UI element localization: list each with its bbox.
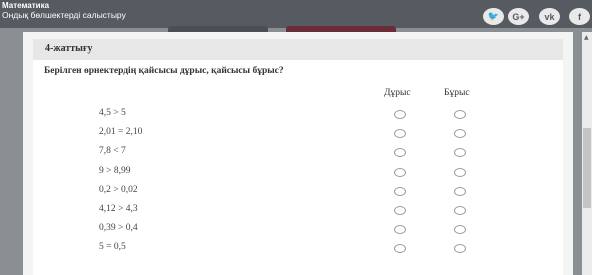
exercise-header: 4-жаттығу [33, 39, 563, 60]
radio-true[interactable] [394, 168, 406, 177]
column-header-true: Дұрыс [384, 88, 411, 98]
scroll-up-arrow-icon[interactable]: ▲ [584, 34, 589, 41]
subject-title: Математика [2, 1, 50, 10]
statement-label: 0,39 > 0,4 [99, 223, 138, 233]
exercise-card: 4-жаттығу Берілген өрнектердің қайсысы д… [23, 32, 573, 275]
column-header-false: Бұрыс [444, 88, 470, 98]
facebook-icon[interactable]: f [569, 8, 590, 25]
radio-false[interactable] [454, 110, 466, 119]
radio-true[interactable] [394, 244, 406, 253]
statement-label: 2,01 = 2,10 [99, 127, 143, 137]
statement-label: 0,2 > 0,02 [99, 185, 138, 195]
statement-label: 5 = 0,5 [99, 242, 126, 252]
vk-icon[interactable]: vk [539, 8, 560, 25]
radio-true[interactable] [394, 225, 406, 234]
topic-title: Ондық бөлшектерді салыстыру [2, 10, 126, 20]
radio-false[interactable] [454, 225, 466, 234]
radio-true[interactable] [394, 187, 406, 196]
statement-label: 9 > 8,99 [99, 166, 131, 176]
radio-false[interactable] [454, 244, 466, 253]
statement-label: 4,5 > 5 [99, 108, 126, 118]
radio-true[interactable] [394, 148, 406, 157]
exercise-question: Берілген өрнектердің қайсысы дұрыс, қайс… [44, 66, 284, 76]
radio-false[interactable] [454, 168, 466, 177]
google-plus-icon[interactable]: G+ [508, 8, 529, 25]
twitter-icon[interactable]: 🐦 [483, 8, 504, 25]
exercise-panel: 4-жаттығу Берілген өрнектердің қайсысы д… [33, 39, 563, 275]
scrollbar-thumb[interactable] [583, 128, 591, 208]
radio-true[interactable] [394, 206, 406, 215]
statement-label: 7,8 < 7 [99, 146, 126, 156]
radio-false[interactable] [454, 148, 466, 157]
statement-label: 4,12 > 4,3 [99, 204, 138, 214]
radio-false[interactable] [454, 187, 466, 196]
radio-true[interactable] [394, 110, 406, 119]
top-bar: Математика Ондық бөлшектерді салыстыру 🐦… [0, 0, 592, 28]
radio-false[interactable] [454, 206, 466, 215]
radio-false[interactable] [454, 129, 466, 138]
exercise-title: 4-жаттығу [45, 43, 93, 54]
radio-true[interactable] [394, 129, 406, 138]
